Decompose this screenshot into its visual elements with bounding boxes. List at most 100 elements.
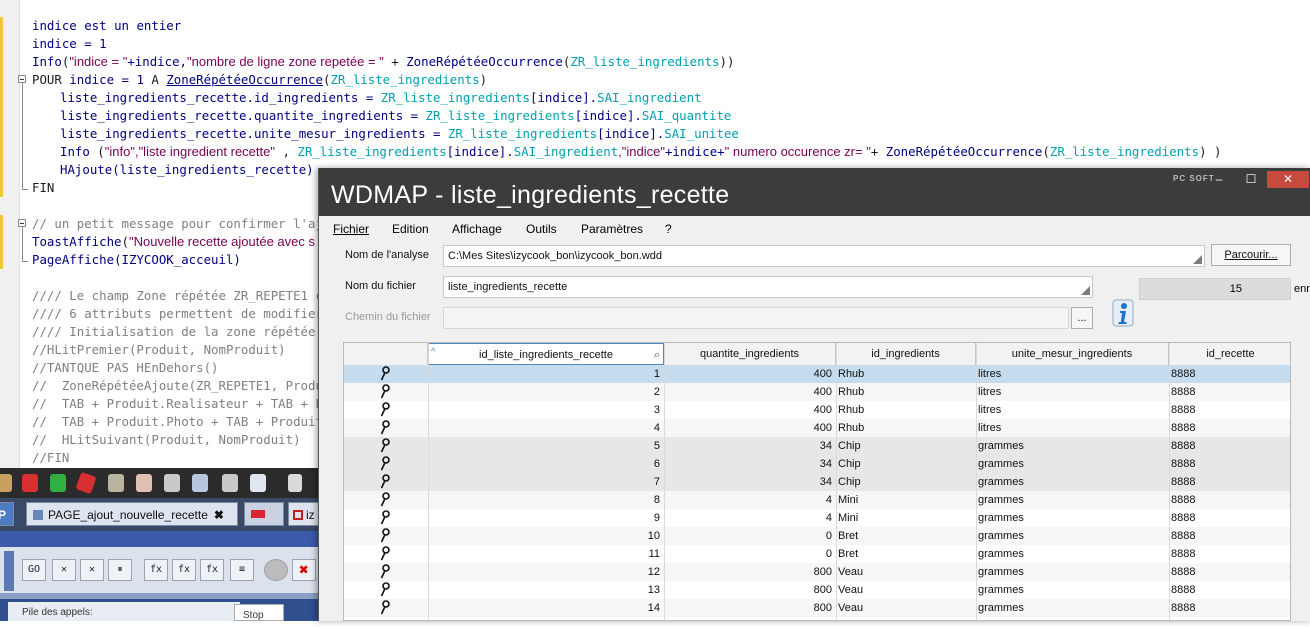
cell-ingredient[interactable]: Mini xyxy=(836,491,976,509)
cell-recette[interactable]: 8888 xyxy=(1169,383,1290,401)
close-icon[interactable]: ✖ xyxy=(214,508,224,522)
cell-id[interactable]: 9 xyxy=(428,509,664,527)
table-row[interactable]: 11 0 Bret grammes 8888 xyxy=(344,545,1290,563)
cell-quantite[interactable]: 0 xyxy=(664,527,836,545)
menu-help[interactable]: ? xyxy=(665,222,672,236)
record-edit-icon[interactable] xyxy=(380,546,390,562)
tab-page-ajout-nouvelle-recette[interactable]: PAGE_ajout_nouvelle_recette ✖ xyxy=(26,502,238,526)
cell-ingredient[interactable]: Veau xyxy=(836,563,976,581)
cell-ingredient[interactable]: Mini xyxy=(836,509,976,527)
cell-ingredient[interactable]: Chip xyxy=(836,473,976,491)
cell-recette[interactable]: 8888 xyxy=(1169,527,1290,545)
cell-quantite[interactable]: 400 xyxy=(664,401,836,419)
record-edit-icon[interactable] xyxy=(380,456,390,472)
cell-quantite[interactable]: 4 xyxy=(664,491,836,509)
cell-ingredient[interactable]: Rhub xyxy=(836,419,976,437)
cell-unite[interactable]: grammes xyxy=(976,527,1169,545)
cell-quantite[interactable]: 34 xyxy=(664,437,836,455)
path-field[interactable] xyxy=(443,307,1069,329)
menu-outils[interactable]: Outils xyxy=(526,222,557,236)
cell-ingredient[interactable]: Veau xyxy=(836,581,976,599)
cell-recette[interactable]: 8888 xyxy=(1169,581,1290,599)
menu-parametres[interactable]: Paramètres xyxy=(581,222,643,236)
cell-unite[interactable]: grammes xyxy=(976,545,1169,563)
stop-button[interactable]: Stop xyxy=(234,604,284,621)
fold-toggle[interactable] xyxy=(18,219,26,227)
record-edit-icon[interactable] xyxy=(380,492,390,508)
cell-unite[interactable]: litres xyxy=(976,383,1169,401)
table-row[interactable]: 6 34 Chip grammes 8888 xyxy=(344,455,1290,473)
tool-icon[interactable] xyxy=(50,474,66,492)
cell-unite[interactable]: grammes xyxy=(976,509,1169,527)
cell-quantite[interactable]: 400 xyxy=(664,419,836,437)
tab-preview[interactable] xyxy=(244,502,284,526)
step-into-icon[interactable]: fx xyxy=(144,559,168,581)
cell-id[interactable]: 11 xyxy=(428,545,664,563)
step-over-icon[interactable]: fx xyxy=(172,559,196,581)
header-id-recette[interactable]: id_recette xyxy=(1169,343,1290,365)
cell-quantite[interactable]: 34 xyxy=(664,473,836,491)
record-edit-icon[interactable] xyxy=(380,384,390,400)
menu-edition[interactable]: Edition xyxy=(392,222,429,236)
cell-unite[interactable]: grammes xyxy=(976,599,1169,617)
tool-icon[interactable] xyxy=(164,474,180,492)
cell-recette[interactable]: 8888 xyxy=(1169,563,1290,581)
hand-icon[interactable] xyxy=(136,474,152,492)
cell-unite[interactable]: litres xyxy=(976,419,1169,437)
minimize-button[interactable]: – xyxy=(1205,171,1233,188)
record-edit-icon[interactable] xyxy=(380,474,390,490)
cell-quantite[interactable]: 800 xyxy=(664,599,836,617)
record-edit-icon[interactable] xyxy=(380,582,390,598)
terminate-icon[interactable]: ✖ xyxy=(292,559,316,581)
cell-quantite[interactable]: 34 xyxy=(664,455,836,473)
go-icon[interactable]: GO xyxy=(22,559,46,581)
file-field[interactable]: liste_ingredients_recette xyxy=(443,276,1093,298)
cell-recette[interactable]: 8888 xyxy=(1169,545,1290,563)
cell-id[interactable]: 8 xyxy=(428,491,664,509)
cell-quantite[interactable]: 800 xyxy=(664,581,836,599)
table-row[interactable]: 1 400 Rhub litres 8888 xyxy=(344,365,1290,383)
cancel-icon[interactable]: ✕ xyxy=(80,559,104,581)
cell-recette[interactable]: 8888 xyxy=(1169,599,1290,617)
run-to-cursor-icon[interactable]: ≡ xyxy=(230,559,254,581)
cell-ingredient[interactable]: Bret xyxy=(836,545,976,563)
cell-unite[interactable]: litres xyxy=(976,401,1169,419)
table-row[interactable]: 4 400 Rhub litres 8888 xyxy=(344,419,1290,437)
path-browse-button[interactable]: ... xyxy=(1071,307,1093,329)
table-row[interactable]: 14 800 Veau grammes 8888 xyxy=(344,599,1290,617)
tool-icon[interactable] xyxy=(0,474,12,492)
header-unite-mesur-ingredients[interactable]: unite_mesur_ingredients xyxy=(976,343,1169,365)
header-id-ingredients[interactable]: id_ingredients xyxy=(836,343,976,365)
record-edit-icon[interactable] xyxy=(380,420,390,436)
cell-recette[interactable]: 8888 xyxy=(1169,419,1290,437)
cell-id[interactable]: 7 xyxy=(428,473,664,491)
cell-ingredient[interactable]: Bret xyxy=(836,527,976,545)
records-table[interactable]: ^ id_liste_ingredients_recette ⌕ quantit… xyxy=(343,342,1291,621)
cell-recette[interactable]: 8888 xyxy=(1169,401,1290,419)
cell-id[interactable]: 5 xyxy=(428,437,664,455)
table-row[interactable]: 3 400 Rhub litres 8888 xyxy=(344,401,1290,419)
search-icon[interactable]: ⌕ xyxy=(654,344,660,366)
cell-unite[interactable]: grammes xyxy=(976,563,1169,581)
cell-unite[interactable]: grammes xyxy=(976,581,1169,599)
cell-unite[interactable]: grammes xyxy=(976,455,1169,473)
record-edit-icon[interactable] xyxy=(380,510,390,526)
cell-ingredient[interactable]: Veau xyxy=(836,599,976,617)
cell-id[interactable]: 14 xyxy=(428,599,664,617)
table-row[interactable]: 13 800 Veau grammes 8888 xyxy=(344,581,1290,599)
header-quantite-ingredients[interactable]: quantite_ingredients xyxy=(664,343,836,365)
step-out-icon[interactable]: fx xyxy=(200,559,224,581)
cell-id[interactable]: 12 xyxy=(428,563,664,581)
browse-button[interactable]: Parcourir... xyxy=(1211,244,1291,266)
cell-quantite[interactable]: 800 xyxy=(664,563,836,581)
eye-icon[interactable] xyxy=(250,474,266,492)
cell-unite[interactable]: grammes xyxy=(976,473,1169,491)
cell-unite[interactable]: litres xyxy=(976,365,1169,383)
tool-icon[interactable] xyxy=(222,474,238,492)
record-edit-icon[interactable] xyxy=(380,600,390,616)
record-edit-icon[interactable] xyxy=(380,402,390,418)
cell-id[interactable]: 1 xyxy=(428,365,664,383)
record-edit-icon[interactable] xyxy=(380,564,390,580)
header-id-liste-ingredients-recette[interactable]: ^ id_liste_ingredients_recette ⌕ xyxy=(428,343,664,365)
record-edit-icon[interactable] xyxy=(380,528,390,544)
